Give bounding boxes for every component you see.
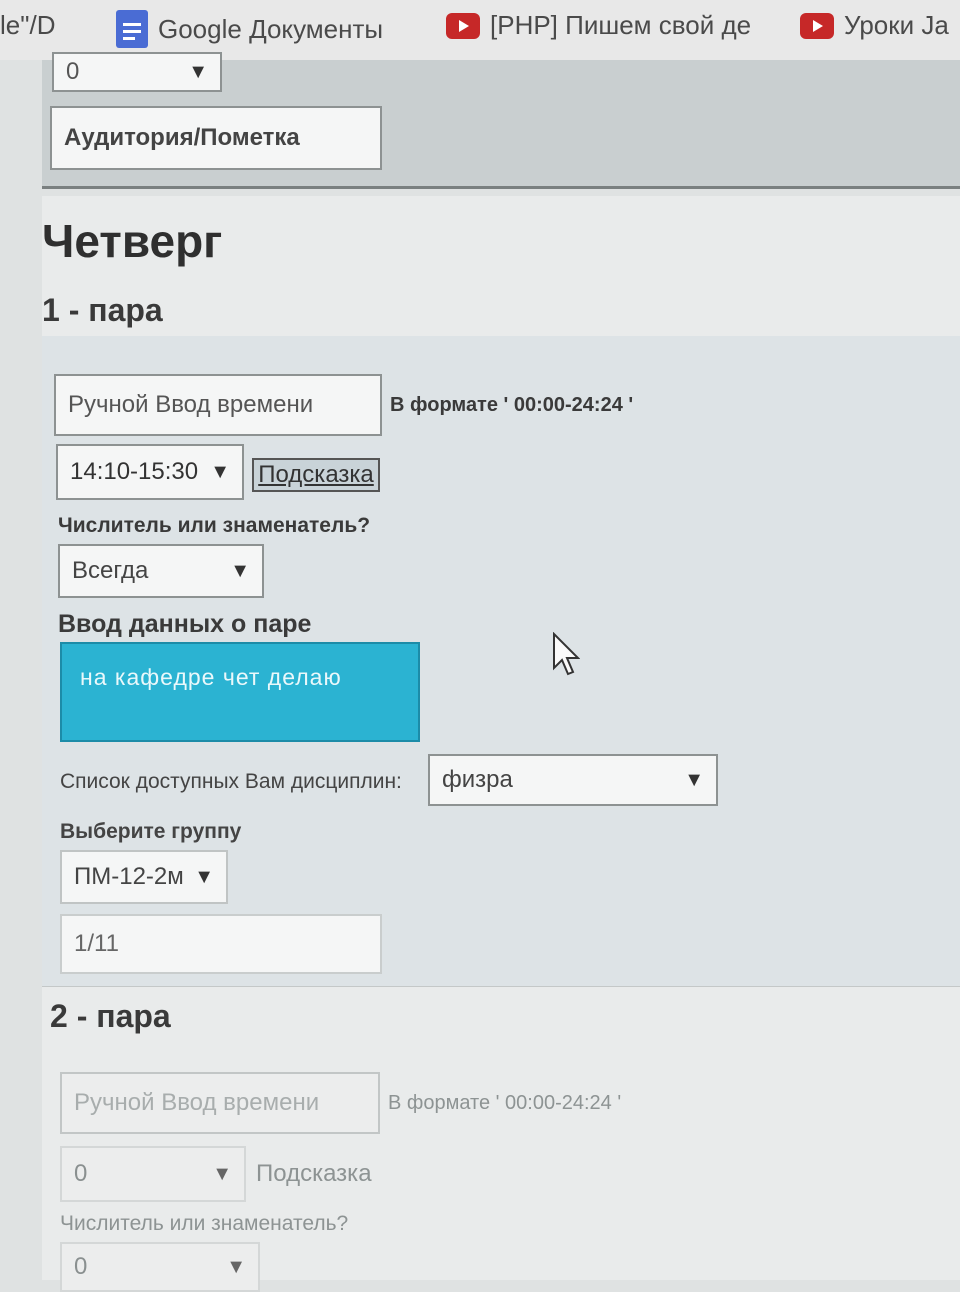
chevron-down-icon: ▼: [188, 60, 208, 83]
group-label: Выберите группу: [60, 820, 242, 843]
prev-select[interactable]: 0 ▼: [52, 52, 222, 92]
bookmark-item[interactable]: le"/D: [0, 10, 55, 41]
bookmark-label: le"/D: [0, 10, 56, 40]
hint-button[interactable]: Подсказка: [256, 1160, 372, 1188]
time-select-value: 0: [74, 1160, 88, 1187]
week-type-label: Числитель или знаменатель?: [60, 1212, 349, 1235]
bookmark-google-docs[interactable]: Google Документы: [116, 10, 383, 48]
pair-data-label: Ввод данных о паре: [58, 610, 312, 638]
time-manual-input[interactable]: Ручной Ввод времени: [60, 1072, 380, 1134]
bookmark-label: [PHP] Пишем свой де: [490, 10, 752, 40]
time-format-hint: В формате ' 00:00-24:24 ': [388, 1092, 622, 1114]
prev-select-value: 0: [66, 58, 80, 85]
week-type-value: 0: [74, 1253, 88, 1280]
youtube-icon: [446, 12, 480, 39]
chevron-down-icon: ▼: [210, 460, 230, 483]
chevron-down-icon: ▼: [194, 865, 214, 888]
chevron-down-icon: ▼: [212, 1162, 232, 1185]
pair-title: 2 - пара: [50, 998, 171, 1034]
group-select[interactable]: ПМ-12-2м ▼: [60, 850, 228, 904]
day-title: Четверг: [42, 215, 223, 267]
time-select[interactable]: 0 ▼: [60, 1146, 246, 1202]
discipline-select[interactable]: физра ▼: [428, 754, 718, 806]
chevron-down-icon: ▼: [226, 1255, 246, 1278]
bookmark-java[interactable]: Уроки Ja: [800, 10, 949, 41]
chevron-down-icon: ▼: [684, 768, 704, 791]
week-type-value: Всегда: [72, 557, 149, 584]
mouse-cursor-icon: [553, 632, 580, 676]
bookmark-label: Уроки Ja: [844, 10, 949, 40]
pair-data-textarea[interactable]: на кафедре чет делаю: [60, 642, 420, 742]
chevron-down-icon: ▼: [230, 559, 250, 582]
pair-title: 1 - пара: [42, 292, 163, 328]
group-value: ПМ-12-2м: [74, 863, 184, 890]
time-format-hint: В формате ' 00:00-24:24 ': [390, 394, 634, 416]
youtube-icon: [800, 12, 834, 39]
week-type-select[interactable]: 0 ▼: [60, 1242, 260, 1292]
room-value: 1/11: [74, 930, 119, 957]
room-placeholder: Аудитория/Пометка: [64, 124, 300, 151]
week-type-label: Числитель или знаменатель?: [58, 514, 371, 537]
time-manual-input[interactable]: Ручной Ввод времени: [54, 374, 382, 436]
time-input-placeholder: Ручной Ввод времени: [68, 391, 314, 418]
disciplines-label: Список доступных Вам дисциплин:: [60, 770, 402, 793]
week-type-select[interactable]: Всегда ▼: [58, 544, 264, 598]
time-input-placeholder: Ручной Ввод времени: [74, 1089, 320, 1116]
room-input[interactable]: Аудитория/Пометка: [50, 106, 382, 170]
bookmarks-bar: le"/D Google Документы [PHP] Пишем свой …: [0, 0, 960, 60]
bookmark-php[interactable]: [PHP] Пишем свой де: [446, 10, 751, 41]
google-docs-icon: [116, 10, 148, 48]
room-field[interactable]: 1/11: [60, 914, 382, 974]
previous-day-panel: 0 ▼ Аудитория/Пометка: [42, 52, 960, 189]
discipline-value: физра: [442, 766, 513, 793]
time-select[interactable]: 14:10-15:30 ▼: [56, 444, 244, 500]
hint-button[interactable]: Подсказка: [252, 458, 380, 492]
time-select-value: 14:10-15:30: [70, 458, 199, 485]
bookmark-label: Google Документы: [158, 13, 384, 44]
